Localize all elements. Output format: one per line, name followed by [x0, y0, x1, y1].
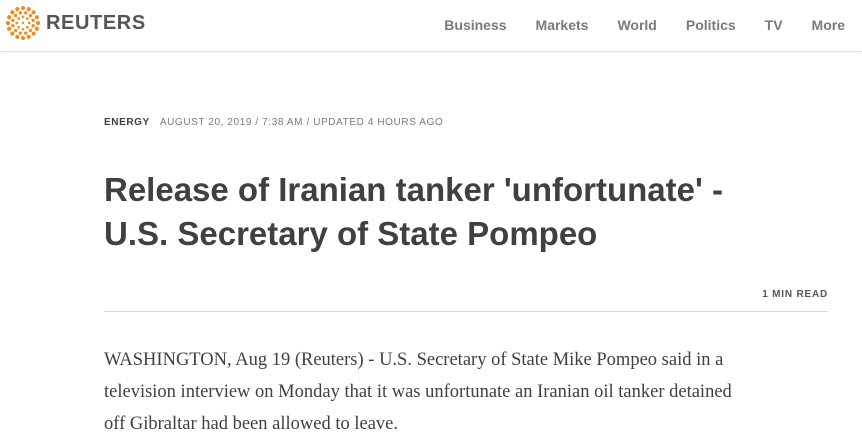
- nav-more[interactable]: More: [812, 17, 845, 33]
- headline-line-1: Release of Iranian tanker 'unfortunate' …: [104, 171, 723, 208]
- channel-link[interactable]: ENERGY: [104, 117, 150, 128]
- logo-text: REUTERS: [46, 11, 146, 34]
- reuters-logo-icon: [6, 6, 40, 40]
- nav-politics[interactable]: Politics: [686, 17, 736, 33]
- article-meta: ENERGY AUGUST 20, 2019 / 7:38 AM / UPDAT…: [104, 116, 443, 129]
- body-line-2: television interview on Monday that it w…: [104, 382, 732, 402]
- article-headline: Release of Iranian tanker 'unfortunate' …: [104, 168, 824, 256]
- headline-line-2: U.S. Secretary of State Pompeo: [104, 215, 598, 252]
- nav-markets[interactable]: Markets: [536, 17, 589, 33]
- main-nav: Business Markets World Politics TV More: [415, 0, 845, 50]
- body-line-1: WASHINGTON, Aug 19 (Reuters) - U.S. Secr…: [104, 350, 724, 370]
- reuters-logo[interactable]: REUTERS: [6, 6, 146, 40]
- site-header: REUTERS Business Markets World Politics …: [0, 0, 862, 52]
- article-divider: [104, 311, 828, 312]
- nav-tv[interactable]: TV: [765, 17, 783, 33]
- read-time-label: 1 MIN READ: [762, 289, 828, 300]
- nav-business[interactable]: Business: [444, 17, 506, 33]
- body-line-3: off Gibraltar had been allowed to leave.: [104, 414, 398, 434]
- article-dateline: AUGUST 20, 2019 / 7:38 AM / UPDATED 4 HO…: [159, 117, 444, 128]
- article-body: WASHINGTON, Aug 19 (Reuters) - U.S. Secr…: [104, 344, 844, 440]
- nav-world[interactable]: World: [617, 17, 656, 33]
